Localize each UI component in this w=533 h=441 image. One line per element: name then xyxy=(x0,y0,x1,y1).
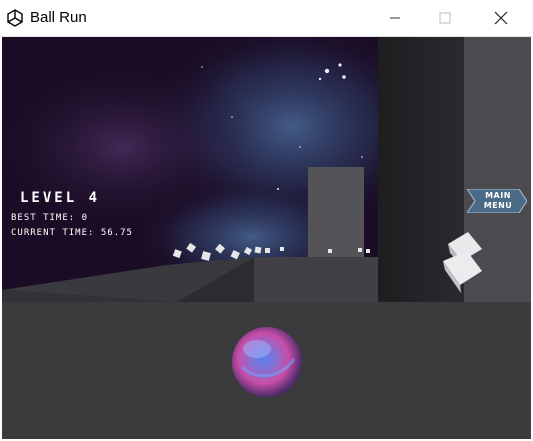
close-icon xyxy=(494,11,508,25)
track-far xyxy=(254,257,378,302)
minimize-button[interactable] xyxy=(372,0,418,36)
level-label: LEVEL 4 xyxy=(20,190,101,206)
game-window: Ball Run LEVEL 4 BEST TIME: 0 CURRENT TI… xyxy=(0,0,533,441)
ball-highlight xyxy=(243,340,271,358)
main-menu-label: MAIN MENU xyxy=(483,191,513,210)
window-title: Ball Run xyxy=(30,9,87,26)
game-scene xyxy=(2,37,531,439)
stone-pillar xyxy=(308,167,364,257)
close-button[interactable] xyxy=(478,0,524,36)
current-time-label: CURRENT TIME: 56.75 xyxy=(11,228,133,238)
game-viewport[interactable]: LEVEL 4 BEST TIME: 0 CURRENT TIME: 56.75… xyxy=(2,37,531,439)
best-time-label: BEST TIME: 0 xyxy=(11,213,89,223)
title-bar[interactable]: Ball Run xyxy=(0,0,533,37)
unity-logo-icon xyxy=(7,9,23,27)
maximize-button[interactable] xyxy=(422,0,468,36)
main-menu-button[interactable]: MAIN MENU xyxy=(467,189,527,213)
minimize-icon xyxy=(390,17,400,19)
maximize-icon xyxy=(439,12,451,24)
